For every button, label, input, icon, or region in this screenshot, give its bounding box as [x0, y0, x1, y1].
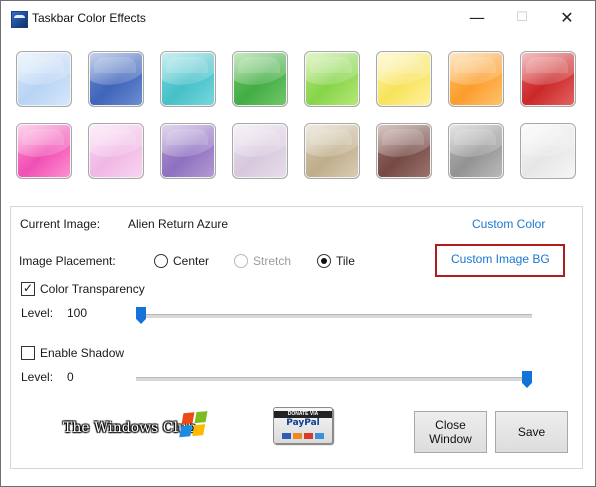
color-swatch-pink[interactable] [16, 123, 72, 179]
tile-radio-label[interactable]: Tile [336, 254, 355, 268]
paypal-logo: PayPal [286, 418, 320, 428]
windows-flag-icon [179, 411, 212, 441]
enable-shadow-label[interactable]: Enable Shadow [40, 346, 124, 360]
custom-image-bg-link[interactable]: Custom Image BG [451, 252, 550, 266]
window-title: Taskbar Color Effects [32, 11, 146, 25]
color-swatch-lavender[interactable] [232, 123, 288, 179]
color-swatch-brown[interactable] [376, 123, 432, 179]
color-swatch-lime[interactable] [304, 51, 360, 107]
minimize-button[interactable]: — [459, 6, 495, 30]
color-transparency-checkbox[interactable] [21, 280, 35, 296]
color-swatch-light-pink[interactable] [88, 123, 144, 179]
color-swatch-green[interactable] [232, 51, 288, 107]
color-swatch-yellow[interactable] [376, 51, 432, 107]
current-image-value: Alien Return Azure [128, 217, 229, 231]
transparency-level-label: Level: [21, 306, 54, 320]
the-windows-club-logo[interactable]: The Windows Club [63, 411, 209, 442]
color-swatch-tan[interactable] [304, 123, 360, 179]
color-swatch-white[interactable] [520, 123, 576, 179]
custom-color-link[interactable]: Custom Color [472, 217, 545, 231]
save-button[interactable]: Save [495, 411, 568, 453]
center-radio[interactable] [154, 254, 168, 268]
shadow-level-value: 0 [67, 370, 74, 384]
color-swatch-light-blue[interactable] [16, 51, 72, 107]
app-icon [11, 11, 28, 28]
center-radio-label[interactable]: Center [173, 254, 209, 268]
color-swatch-gray[interactable] [448, 123, 504, 179]
paypal-donate-text: DONATE VIA [274, 411, 332, 418]
transparency-level-value: 100 [67, 306, 88, 320]
shadow-level-label: Level: [21, 370, 54, 384]
color-transparency-label[interactable]: Color Transparency [40, 282, 145, 296]
color-swatch-blue[interactable] [88, 51, 144, 107]
the-windows-club-logo-text: The Windows Club [63, 420, 196, 436]
color-swatch-aqua[interactable] [160, 51, 216, 107]
stretch-radio-label[interactable]: Stretch [253, 254, 291, 268]
close-window-button-bottom[interactable]: Close Window [414, 411, 487, 453]
color-swatch-red[interactable] [520, 51, 576, 107]
payment-cards-icon [282, 433, 324, 439]
title-bar[interactable]: Taskbar Color Effects — ☐ ✕ [1, 1, 595, 35]
color-swatch-purple[interactable] [160, 123, 216, 179]
shadow-slider-track[interactable] [136, 377, 527, 381]
enable-shadow-checkbox[interactable] [21, 346, 35, 360]
color-swatch-orange[interactable] [448, 51, 504, 107]
image-placement-label: Image Placement: [19, 254, 116, 268]
maximize-button[interactable]: ☐ [504, 6, 540, 30]
transparency-slider-track[interactable] [141, 314, 532, 318]
taskbar-color-effects-window: Taskbar Color Effects — ☐ ✕ Current Imag… [0, 0, 596, 487]
stretch-radio[interactable] [234, 254, 248, 268]
tile-radio[interactable] [317, 254, 331, 268]
close-window-button[interactable]: ✕ [549, 6, 585, 30]
current-image-label: Current Image: [20, 217, 101, 231]
paypal-donate-button[interactable]: DONATE VIA PayPal [273, 407, 333, 444]
